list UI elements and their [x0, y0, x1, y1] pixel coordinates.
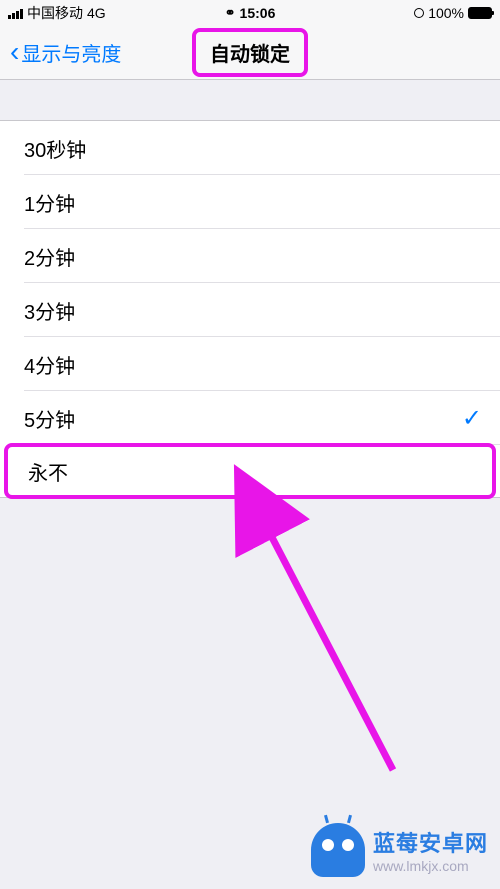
status-bar: 中国移动 4G ⚭ 15:06 100%	[0, 0, 500, 25]
option-row[interactable]: 5分钟 ✓	[0, 391, 500, 445]
battery-percent: 100%	[428, 5, 464, 21]
chevron-left-icon: ‹	[10, 38, 19, 66]
status-left: 中国移动 4G	[8, 3, 106, 23]
option-label: 4分钟	[24, 350, 75, 379]
status-right: 100%	[414, 5, 492, 21]
option-label: 3分钟	[24, 296, 75, 325]
robot-icon	[311, 823, 365, 877]
options-list: 30秒钟 1分钟 2分钟 3分钟 4分钟 5分钟 ✓ 永不	[0, 120, 500, 498]
option-label: 1分钟	[24, 188, 75, 217]
page-title: 自动锁定	[210, 44, 290, 66]
option-label: 5分钟	[24, 404, 75, 433]
signal-icon	[8, 7, 23, 19]
spacer	[0, 80, 500, 120]
option-row[interactable]: 3分钟	[0, 283, 500, 337]
carrier-label: 中国移动	[27, 3, 83, 23]
nav-bar: ‹ 显示与亮度 自动锁定	[0, 25, 500, 80]
rotation-lock-icon	[414, 8, 424, 18]
option-row[interactable]: 永不	[4, 443, 496, 499]
status-center: ⚭ 15:06	[225, 5, 276, 21]
option-label: 永不	[28, 457, 68, 486]
network-label: 4G	[87, 5, 106, 21]
option-row[interactable]: 30秒钟	[0, 121, 500, 175]
annotation-arrow	[253, 510, 413, 795]
watermark-url: www.lmkjx.com	[373, 858, 488, 874]
option-row[interactable]: 4分钟	[0, 337, 500, 391]
watermark: 蓝莓安卓网 www.lmkjx.com	[311, 823, 488, 877]
hotspot-icon: ⚭	[225, 5, 236, 21]
checkmark-icon: ✓	[462, 404, 482, 433]
back-button[interactable]: ‹ 显示与亮度	[10, 38, 121, 67]
watermark-text: 蓝莓安卓网 www.lmkjx.com	[373, 826, 488, 874]
title-highlight: 自动锁定	[192, 28, 308, 77]
time-label: 15:06	[240, 5, 276, 21]
back-label: 显示与亮度	[21, 38, 121, 67]
battery-icon	[468, 7, 492, 19]
watermark-title: 蓝莓安卓网	[373, 826, 488, 858]
option-row[interactable]: 1分钟	[0, 175, 500, 229]
option-label: 2分钟	[24, 242, 75, 271]
option-label: 30秒钟	[24, 134, 86, 163]
option-row[interactable]: 2分钟	[0, 229, 500, 283]
